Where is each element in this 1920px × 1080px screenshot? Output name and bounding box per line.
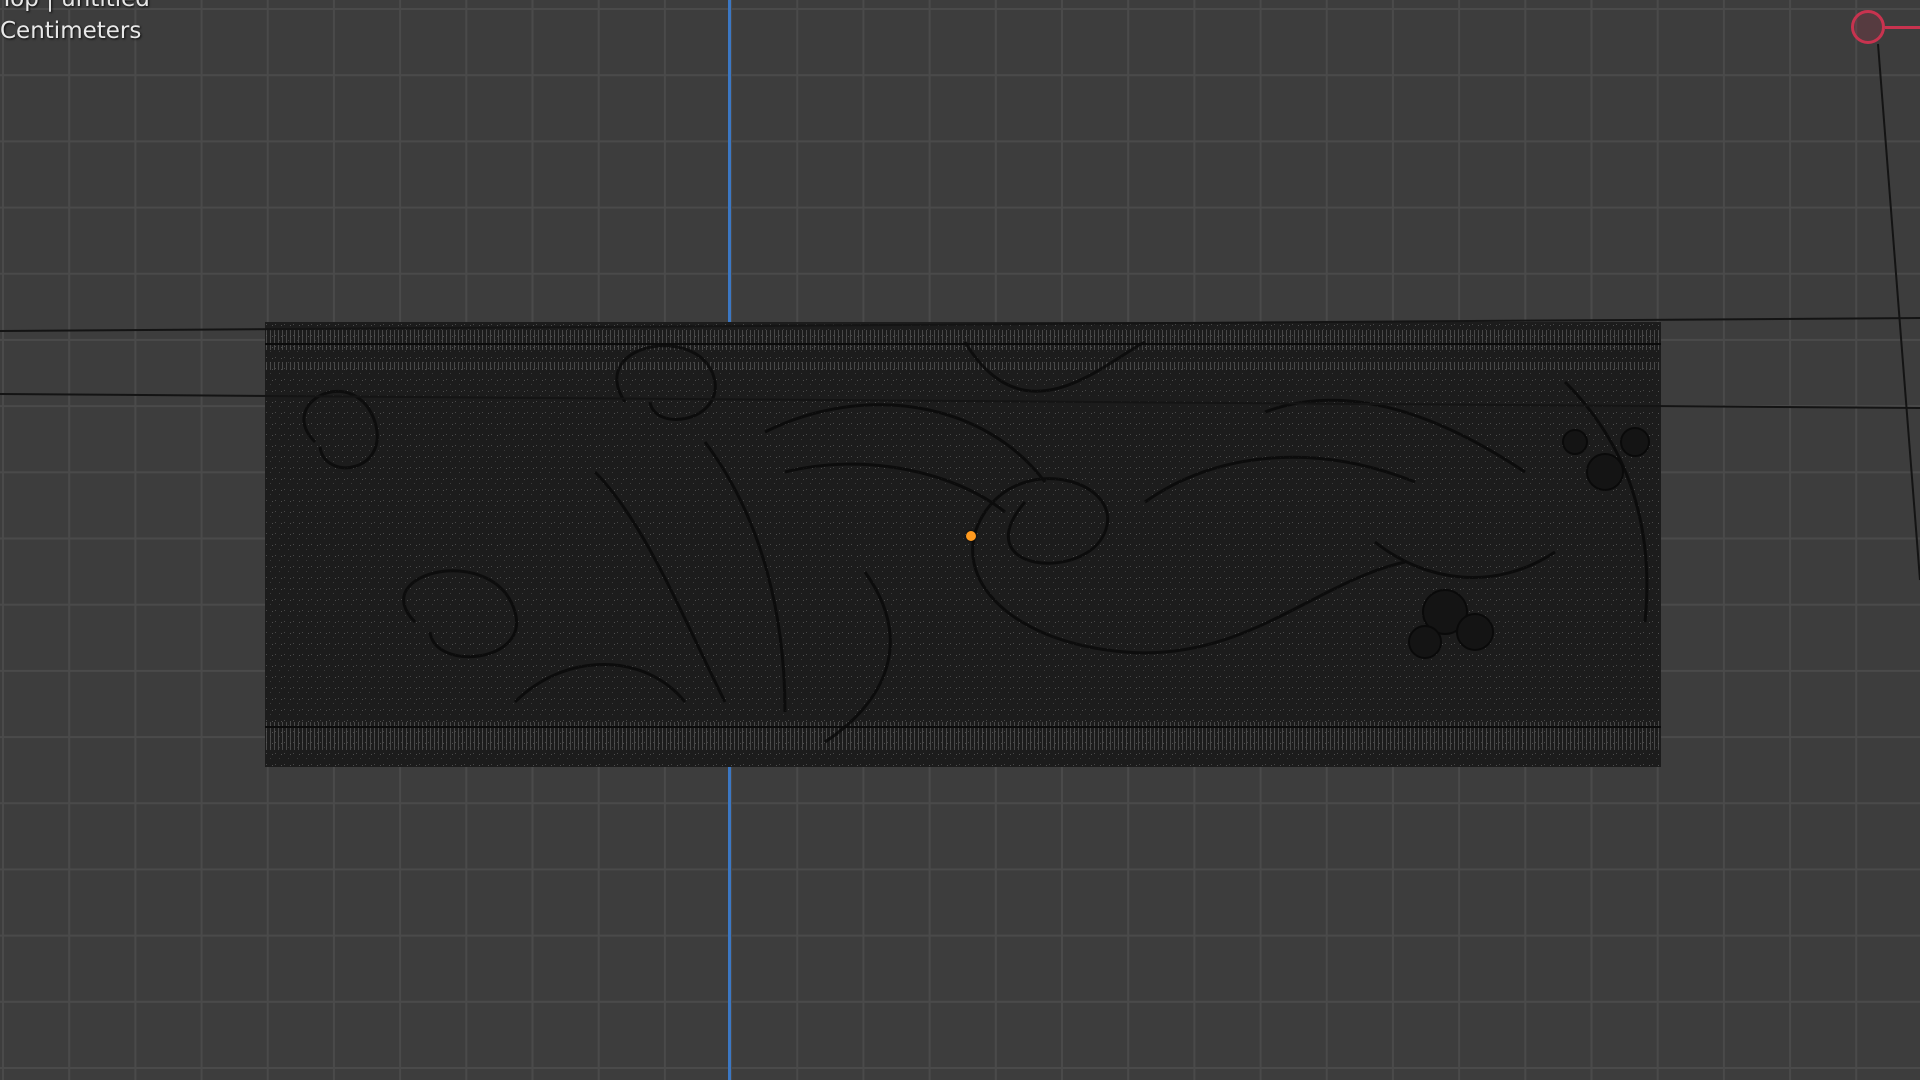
relief-pattern bbox=[265, 322, 1661, 767]
object-origin-icon bbox=[966, 531, 976, 541]
relief-mesh-object[interactable] bbox=[265, 322, 1661, 767]
navigation-gizmo-x-axis-arm bbox=[1885, 26, 1920, 29]
3d-viewport[interactable]: Top | untitled Centimeters bbox=[0, 0, 1920, 1080]
view-title: Top | untitled bbox=[0, 0, 150, 12]
units-label: Centimeters bbox=[0, 18, 142, 44]
navigation-gizmo-x-axis-icon[interactable] bbox=[1851, 10, 1885, 44]
